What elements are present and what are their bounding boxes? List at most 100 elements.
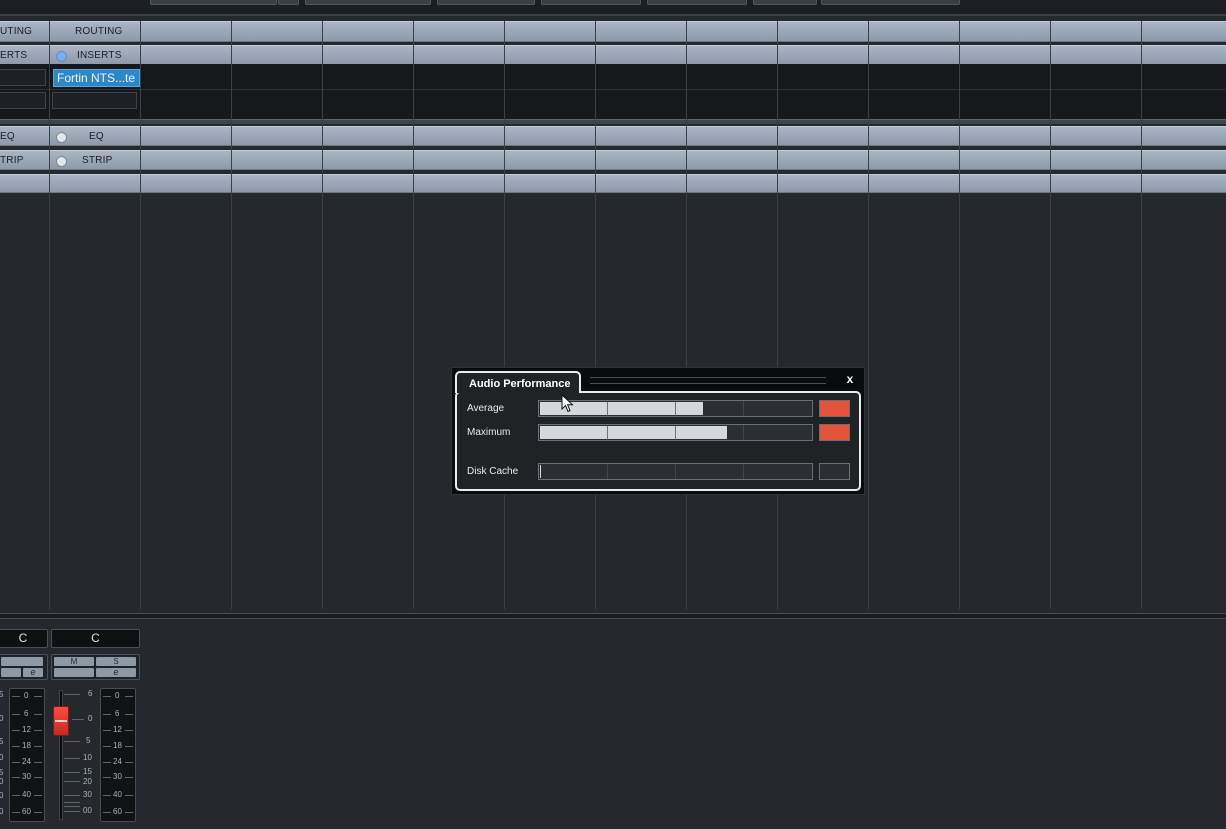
channel-divider [413, 21, 414, 609]
fader-scale-label: 6 [88, 689, 93, 698]
inserts-label: INSERTS [77, 50, 122, 61]
disk-cache-label: Disk Cache [467, 466, 519, 477]
meter-scale-label: 60 [113, 807, 122, 816]
meter-scale-label: 24 [22, 757, 31, 766]
channel-divider [595, 21, 596, 609]
toolbar-field[interactable] [150, 0, 277, 5]
meter-scale-label: 40 [113, 790, 122, 799]
channel-divider [686, 21, 687, 609]
disk-cache-fill [540, 465, 541, 478]
channel-divider [959, 21, 960, 609]
close-button[interactable]: x [842, 371, 858, 387]
meter-scale-label: 60 [22, 807, 31, 816]
routing-section-header[interactable]: UTING ROUTING [0, 21, 1226, 42]
slot-divider [0, 89, 1226, 90]
maximum-load-meter [538, 424, 813, 441]
channel-divider [231, 21, 232, 609]
channel-buttons-left: e [0, 654, 48, 680]
audio-performance-title[interactable]: Audio Performance [455, 371, 581, 393]
fader-scale-label: 10 [83, 753, 92, 762]
fader-scale-label: 20 [83, 777, 92, 786]
mute-button[interactable]: M [54, 657, 94, 666]
meter-scale-label: 0 [115, 691, 120, 700]
meter-scale-label: 0 [24, 691, 29, 700]
eq-label-left: EQ [0, 131, 15, 142]
average-label: Average [467, 403, 505, 414]
channel-divider [322, 21, 323, 609]
disk-cache-meter [538, 463, 813, 480]
scale-label: 5 [0, 737, 4, 746]
meter-scale-label: 18 [113, 741, 122, 750]
channel-divider [1050, 21, 1051, 609]
fader-scale-label: 0 [88, 714, 93, 723]
scale-label: 5 [0, 690, 4, 699]
toolbar-button-group[interactable] [541, 0, 641, 5]
read-button[interactable] [54, 668, 94, 677]
inserts-bypass-button[interactable] [56, 51, 67, 62]
strip-label: STRIP [82, 155, 113, 166]
fader-scale-label: 15 [83, 767, 92, 776]
channel-divider [504, 21, 505, 609]
scale-label: 5 [0, 768, 4, 777]
meter-scale-label: 30 [113, 772, 122, 781]
pan-control-left[interactable]: C [0, 629, 48, 648]
title-bar-drag-area[interactable] [590, 377, 826, 384]
scale-label: 0 [0, 807, 4, 816]
insert-slot-empty[interactable] [52, 92, 137, 109]
fader-scale-label: 5 [86, 736, 91, 745]
inserts-section-header[interactable]: ERTS INSERTS [0, 45, 1226, 65]
disk-cache-overload-indicator[interactable] [819, 463, 850, 480]
toolbar-button[interactable] [753, 0, 817, 5]
routing-label-left: UTING [0, 26, 33, 37]
channel-divider [49, 21, 50, 609]
insert-slot[interactable] [0, 69, 46, 86]
scale-label: 0 [0, 777, 4, 786]
maximum-load-fill [540, 426, 727, 439]
meter-scale-label: 12 [113, 725, 122, 734]
fader-scale-left: 5 0 5 0 5 0 0 0 [0, 688, 8, 820]
toolbar-field[interactable] [647, 0, 747, 5]
solo-button-left[interactable] [1, 657, 43, 666]
eq-section-header[interactable]: EQ EQ [0, 126, 1226, 146]
lower-section-divider[interactable] [0, 613, 1226, 619]
pan-control[interactable]: C [51, 629, 140, 648]
channel-divider [777, 21, 778, 609]
meter-scale-label: 24 [113, 757, 122, 766]
toolbar-button[interactable] [278, 0, 299, 5]
fader-scale: 6 0 5 10 15 20 30 00 [64, 688, 98, 820]
channel-divider [1141, 21, 1142, 609]
meter-scale-label: 40 [22, 790, 31, 799]
edit-button[interactable]: e [96, 668, 136, 677]
channel-divider [868, 21, 869, 609]
average-load-meter [538, 400, 813, 417]
meter-scale-label: 12 [22, 725, 31, 734]
meter-scale-label: 30 [22, 772, 31, 781]
maximum-overload-indicator[interactable] [819, 424, 850, 441]
meter-scale-label: 6 [115, 709, 120, 718]
eq-bypass-button[interactable] [56, 132, 67, 143]
top-toolbar [0, 0, 1226, 16]
inserts-label-left: ERTS [0, 50, 28, 61]
insert-slot[interactable] [0, 92, 46, 109]
channel-buttons: M S e [51, 654, 140, 680]
meter-scale-label: 6 [24, 709, 29, 718]
insert-slot-plugin[interactable]: Fortin NTS...te [53, 69, 140, 87]
strip-section-header[interactable]: TRIP STRIP [0, 150, 1226, 170]
scale-label: 0 [0, 791, 4, 800]
fader-scale-label: 30 [83, 790, 92, 799]
average-overload-indicator[interactable] [819, 400, 850, 417]
edit-button-left[interactable]: e [23, 668, 43, 677]
toolbar-button-group[interactable] [437, 0, 535, 5]
scale-label: 0 [0, 714, 4, 723]
scale-label: 0 [0, 753, 4, 762]
read-button-left[interactable] [1, 668, 21, 677]
inserts-slot-area [0, 64, 1226, 119]
toolbar-button-group[interactable] [821, 0, 960, 5]
strip-bypass-button[interactable] [56, 156, 67, 167]
mouse-cursor-icon [561, 394, 574, 413]
meter-scale-label: 18 [22, 741, 31, 750]
section-header[interactable] [0, 174, 1226, 193]
maximum-label: Maximum [467, 427, 511, 438]
solo-button[interactable]: S [96, 657, 136, 666]
toolbar-field[interactable] [305, 0, 431, 5]
